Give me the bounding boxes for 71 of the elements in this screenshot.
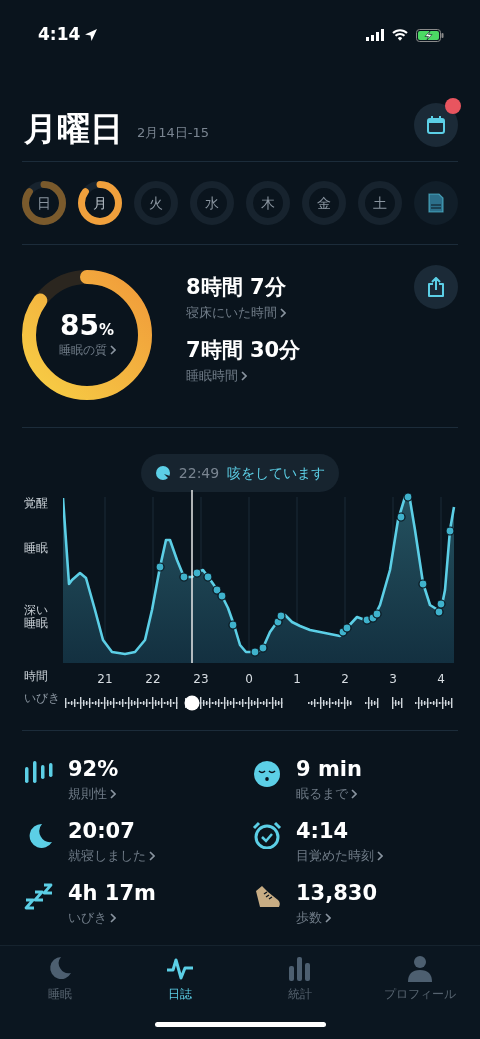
day-button[interactable]: 月 — [78, 181, 122, 225]
day-button[interactable]: 土 — [358, 181, 402, 225]
stat-link[interactable]: 寝床にいた時間 — [186, 303, 286, 323]
status-time: 4:14 — [38, 23, 81, 47]
document-icon — [428, 193, 444, 213]
wifi-icon — [392, 29, 408, 41]
chevron-icon — [351, 788, 357, 799]
chevron-icon — [110, 788, 116, 799]
calendar-icon — [426, 115, 446, 135]
metric-link[interactable]: いびき — [68, 908, 116, 928]
hour-label: 2 — [341, 671, 349, 688]
stat-value: 7時間 30分 — [186, 338, 302, 364]
location-icon — [84, 28, 99, 42]
cough-icon — [154, 465, 171, 481]
axis-title: 時間 — [24, 670, 48, 684]
event-time: 22:49 — [178, 463, 220, 483]
battery-icon — [416, 28, 444, 42]
day-button[interactable]: 水 — [190, 181, 234, 225]
signal-icon — [366, 29, 384, 41]
share-button[interactable] — [414, 265, 458, 309]
axis-label: 睡眠 — [24, 542, 48, 556]
tab[interactable]: 統計 — [240, 946, 360, 1008]
day-button[interactable]: 木 — [246, 181, 290, 225]
date-range: 2月14日-15 — [137, 123, 210, 142]
metric-value: 4:14 — [296, 819, 350, 844]
tab[interactable]: プロフィール — [360, 946, 480, 1008]
tab[interactable]: 日誌 — [120, 946, 240, 1008]
chevron-icon — [110, 913, 116, 924]
metric-value: 92% — [68, 757, 119, 782]
metric-value: 20:07 — [68, 819, 136, 844]
chevron-icon — [149, 851, 155, 862]
day-button[interactable]: 日 — [22, 181, 66, 225]
axis-label: 深い睡眠 — [24, 604, 49, 631]
share-icon — [427, 277, 445, 297]
chevron-icon — [280, 307, 286, 318]
chevron-icon — [109, 345, 116, 356]
metric-link[interactable]: 規則性 — [68, 784, 116, 804]
day-button[interactable]: 金 — [302, 181, 346, 225]
metric-value: 4h 17m — [68, 881, 156, 906]
metric-link[interactable]: 眠るまで — [296, 784, 357, 804]
tab[interactable]: 睡眠 — [0, 946, 120, 1008]
axis-label: 覚醒 — [24, 497, 48, 511]
metric-value: 13,830 — [296, 881, 378, 906]
quality-score: 85% — [60, 310, 114, 342]
scrubber-handle[interactable] — [184, 695, 200, 711]
hour-label: 0 — [245, 671, 253, 688]
snore-label: いびき — [24, 692, 60, 706]
hour-label: 3 — [389, 671, 397, 688]
alarm-clock-icon — [252, 821, 284, 850]
stat-value: 8時間 7分 — [186, 275, 287, 301]
hour-label: 1 — [293, 671, 301, 688]
hour-label: 22 — [145, 671, 161, 688]
chevron-icon — [377, 851, 383, 862]
event-chip[interactable]: 22:49 咳をしています — [140, 454, 340, 492]
day-title: 月曜日 — [24, 112, 123, 145]
metric-link[interactable]: 歩数 — [296, 908, 331, 928]
quality-link[interactable]: 睡眠の質 — [58, 341, 116, 360]
hour-label: 21 — [97, 671, 113, 688]
chevron-icon — [241, 371, 247, 382]
metric-link[interactable]: 目覚めた時刻 — [296, 846, 383, 866]
metric-link[interactable]: 就寝しました — [68, 846, 155, 866]
person-icon — [405, 954, 435, 984]
stat-link[interactable]: 睡眠時間 — [186, 366, 247, 386]
event-text: 咳をしています — [227, 463, 326, 483]
hour-label: 4 — [437, 671, 445, 688]
day-button[interactable]: 火 — [134, 181, 178, 225]
hour-label: 23 — [193, 671, 209, 688]
calendar-button[interactable] — [414, 103, 458, 147]
chevron-icon — [325, 913, 331, 924]
metric-value: 9 min — [296, 757, 362, 782]
report-button[interactable] — [414, 181, 458, 225]
